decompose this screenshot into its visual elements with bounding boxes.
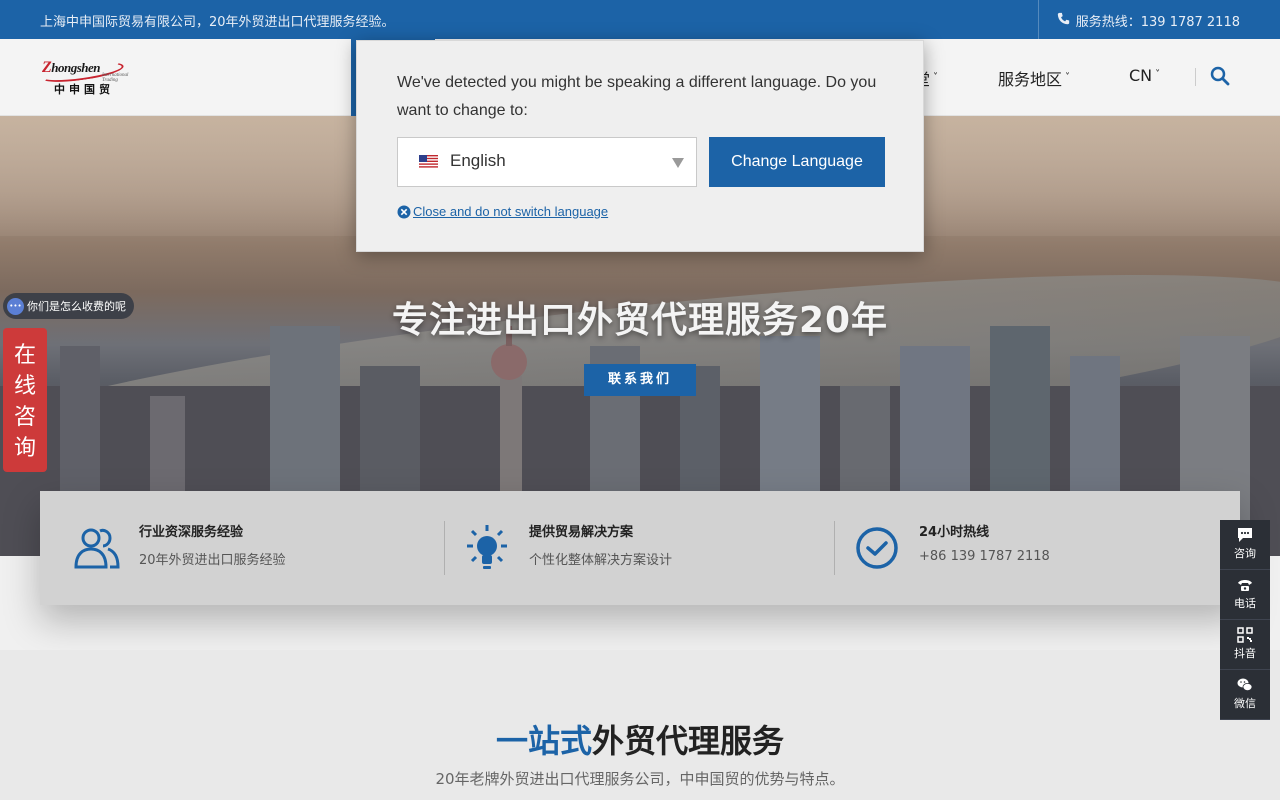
feature-title: 行业资深服务经验 [139,525,244,540]
nav-item-label: 服务地区 [998,70,1063,89]
chat-icon [1238,528,1252,542]
hero-title: 专注进出口外贸代理服务20年 [391,300,889,341]
feature-title: 24小时热线 [919,525,990,540]
lightbulb-icon [467,525,507,569]
phone-icon [1057,12,1069,25]
chevron-down-icon: ˅ [1065,71,1071,83]
hotline-box[interactable]: 服务热线：139 1787 2118 [1037,0,1280,39]
company-slogan: 上海中申国际贸易有限公司，20年外贸进出口代理服务经验。 [40,15,395,30]
language-switch-dialog: We've detected you might be speaking a d… [356,40,924,252]
close-link-text: Close and do not switch language [413,204,609,219]
us-flag-icon [419,155,438,168]
language-detect-message: We've detected you might be speaking a d… [397,74,877,119]
consult-char: 在 [13,343,36,368]
section-subtitle: 20年老牌外贸进出口代理服务公司，中申国贸的优势与特点。 [435,770,845,788]
feature-title: 提供贸易解决方案 [529,525,634,540]
feature-item: 行业资深服务经验 20年外贸进出口服务经验 [40,491,430,605]
consult-char: 咨 [13,405,36,430]
hotline-text: 服务热线：139 1787 2118 [1075,15,1240,30]
right-floating-contact-bar: 咨询 电话 抖音 微信 [1220,520,1270,720]
section-title-rest: 外贸代理服务 [592,722,785,760]
side-consult-button[interactable]: 咨询 [1220,520,1270,570]
side-item-label: 咨询 [1234,547,1256,560]
search-button[interactable] [1210,66,1230,90]
contact-us-button[interactable]: 联系我们 [584,364,696,396]
feature-desc: 个性化整体解决方案设计 [529,553,673,568]
feature-item: 提供贸易解决方案 个性化整体解决方案设计 [430,491,820,605]
close-circle-icon [397,205,411,218]
section-title: 一站式外贸代理服务 [0,716,1280,762]
top-info-bar: 上海中申国际贸易有限公司，20年外贸进出口代理服务经验。 服务热线：139 17… [0,0,1280,39]
nav-item-label: CN [1129,66,1153,85]
feature-item: 24小时热线 +86 139 1787 2118 [820,491,1210,605]
side-douyin-button[interactable]: 抖音 [1220,620,1270,670]
chat-dots-icon: ••• [7,297,24,315]
qrcode-icon [1237,627,1253,643]
one-stop-service-section: 一站式外贸代理服务 20年老牌外贸进出口代理服务公司，中申国贸的优势与特点。 [0,650,1280,800]
company-logo[interactable]: Zhongshen International Trading 中申国贸 [39,58,128,97]
side-wechat-button[interactable]: 微信 [1220,670,1270,720]
dropdown-arrow-icon [672,158,684,168]
chevron-down-icon: ˅ [933,71,939,83]
online-consult-tab[interactable]: 在 线 咨 询 [3,328,47,472]
nav-item-language[interactable]: CN ˅ [1129,66,1160,85]
users-icon [74,528,120,569]
logo-brand: Zhongshen [42,59,101,76]
wechat-icon [1237,678,1253,691]
language-select[interactable]: English [397,137,697,187]
side-item-label: 电话 [1234,597,1256,610]
close-language-dialog-link[interactable]: Close and do not switch language [397,204,608,219]
fee-question-chip[interactable]: ••• 你们是怎么收费的呢 [3,293,134,319]
side-phone-button[interactable]: 电话 [1220,570,1270,620]
fee-question-text: 你们是怎么收费的呢 [27,300,126,313]
feature-desc: +86 139 1787 2118 [919,549,1050,564]
logo-chinese: 中申国贸 [54,83,114,96]
section-title-accent: 一站式 [495,722,592,760]
chevron-down-icon: ˅ [1155,69,1161,80]
change-language-button[interactable]: Change Language [709,137,885,187]
feature-desc: 20年外贸进出口服务经验 [139,553,286,568]
consult-char: 线 [13,374,36,399]
features-card: 行业资深服务经验 20年外贸进出口服务经验 提供贸易解决方案 个性化整体解决方案… [40,491,1240,605]
side-item-label: 微信 [1234,697,1256,710]
consult-char: 询 [13,436,36,461]
clock-icon [856,527,898,569]
selected-language: English [450,151,506,170]
nav-item-service-regions[interactable]: 服务地区 ˅ [998,66,1070,90]
phone-icon [1238,580,1252,591]
side-item-label: 抖音 [1234,647,1256,660]
search-icon [1210,66,1230,86]
nav-divider [1195,68,1196,86]
